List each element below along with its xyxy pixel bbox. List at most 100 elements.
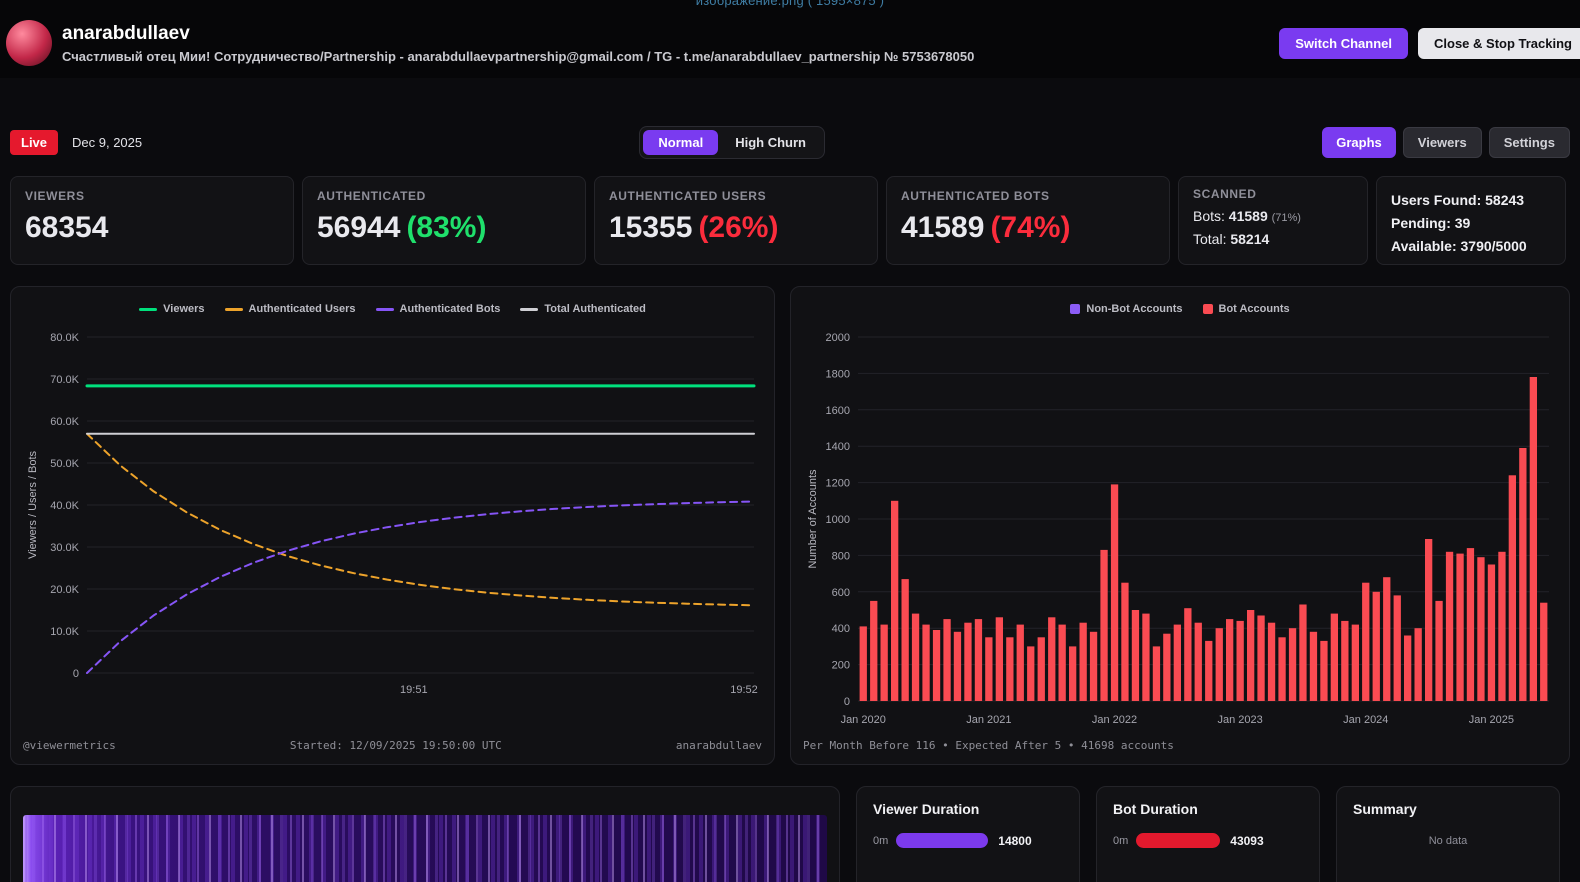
svg-text:50.0K: 50.0K [50, 458, 79, 470]
authenticated-percent: (83%) [406, 211, 487, 244]
channel-avatar [6, 20, 52, 66]
viewer-duration-title: Viewer Duration [873, 801, 980, 817]
authenticated-bots-stat-value: 41589 (74%) [901, 211, 1155, 245]
viewers-stat-card: VIEWERS 68354 [10, 176, 294, 265]
legend-item-authenticated-bots: Authenticated Bots [375, 303, 501, 315]
authenticated-count: 56944 [317, 211, 401, 244]
close-stop-tracking-button[interactable]: Close & Stop Tracking [1418, 27, 1580, 59]
bot-duration-title: Bot Duration [1113, 801, 1198, 817]
bar-chart-footer: Per Month Before 116 • Expected After 5 … [803, 739, 1174, 752]
mode-high-churn-button[interactable]: High Churn [720, 130, 821, 155]
svg-text:Jan 2023: Jan 2023 [1217, 714, 1262, 726]
authenticated-stat-label: AUTHENTICATED [317, 189, 426, 203]
image-filename-overlay: изображение.png ( 1595×875 ) [695, 0, 885, 8]
legend-label: Bot Accounts [1218, 303, 1290, 315]
svg-text:Viewers / Users / Bots: Viewers / Users / Bots [27, 451, 39, 559]
svg-text:1200: 1200 [826, 478, 850, 490]
channel-info: anarabdullaev Счастливый отец Мии! Сотру… [62, 23, 974, 64]
authenticated-bots-percent: (74%) [990, 211, 1071, 244]
legend-swatch [375, 307, 394, 311]
bot-duration-value: 43093 [1230, 833, 1264, 848]
viewer-duration-axis-label: 0m [873, 834, 889, 847]
svg-text:40.0K: 40.0K [50, 500, 79, 512]
scanned-total-key: Total: [1193, 231, 1227, 247]
viewers-stat-value: 68354 [25, 211, 109, 244]
channel-subtitle: Счастливый отец Мии! Сотрудничество/Part… [62, 48, 975, 64]
started-timestamp: Started: 12/09/2025 19:50:00 UTC [289, 739, 502, 752]
app-viewport: изображение.png ( 1595×875 ) anarabdulla… [0, 0, 1580, 882]
viewers-tab-button[interactable]: Viewers [1402, 126, 1482, 158]
svg-text:10.0K: 10.0K [50, 626, 79, 638]
pending-line: Pending: 39 [1391, 215, 1471, 231]
live-badge: Live [10, 129, 59, 155]
scanned-bots-line: Bots: 41589 (71%) [1193, 208, 1353, 224]
svg-text:Jan 2024: Jan 2024 [1343, 714, 1388, 726]
authenticated-stat-card: AUTHENTICATED 56944 (83%) [302, 176, 586, 265]
legend-swatch [1202, 304, 1213, 314]
account-age-bar-chart: 0 200 400 600 800 1000 1200 1400 1600 1800 2000 Num… [807, 332, 1549, 726]
svg-text:1600: 1600 [826, 405, 850, 417]
stream-date: Dec 9, 2025 [72, 134, 143, 150]
svg-text:70.0K: 70.0K [50, 374, 79, 386]
scanned-total-line: Total: 58214 [1193, 231, 1353, 247]
svg-text:400: 400 [832, 623, 850, 635]
bot-duration-row: 0m 43093 [1113, 833, 1303, 848]
legend-swatch [224, 307, 243, 311]
line-chart-legend: Viewers Authenticated Users Authenticated … [23, 299, 762, 319]
mode-normal-button[interactable]: Normal [643, 129, 719, 155]
viewer-duration-value: 14800 [998, 833, 1032, 848]
svg-text:0: 0 [73, 668, 79, 680]
svg-text:1800: 1800 [826, 368, 850, 380]
scanned-bots-value: 41589 [1228, 208, 1268, 224]
legend-item-total-authenticated: Total Authenticated [520, 303, 646, 315]
legend-label: Authenticated Users [248, 303, 356, 315]
watermark-viewermetrics: @viewermetrics [23, 739, 116, 752]
viewer-metrics-line-chart: 0 10.0K 20.0K 30.0K 40.0K 50.0K 60.0K 70.0K 80.0… [27, 332, 758, 696]
legend-item-viewers: Viewers [139, 303, 205, 315]
svg-text:Jan 2020: Jan 2020 [841, 714, 886, 726]
legend-item-authenticated-users: Authenticated Users [224, 303, 356, 315]
bar-chart-legend: Non-Bot Accounts Bot Accounts [803, 299, 1557, 319]
scanned-stat-card: SCANNED Bots: 41589 (71%) Total: 58214 [1178, 176, 1368, 265]
legend-swatch [1070, 304, 1081, 314]
duration-heatmap [23, 815, 827, 882]
legend-label: Viewers [163, 303, 205, 315]
authenticated-users-percent: (26%) [698, 211, 779, 244]
account-age-bar-chart-panel: Non-Bot Accounts Bot Accounts 0 200 400 600 8… [790, 286, 1570, 765]
legend-swatch [520, 307, 539, 311]
authenticated-bots-stat-card: AUTHENTICATED BOTS 41589 (74%) [886, 176, 1170, 265]
authenticated-users-stat-label: AUTHENTICATED USERS [609, 189, 767, 203]
controls-row: Live Dec 9, 2025 Normal High Churn Graph… [10, 125, 1570, 159]
svg-text:Jan 2021: Jan 2021 [966, 714, 1011, 726]
viewer-duration-row: 0m 14800 [873, 833, 1063, 848]
viewer-metrics-line-chart-panel: Viewers Authenticated Users Authenticated … [10, 286, 775, 765]
svg-text:800: 800 [832, 550, 850, 562]
churn-mode-toggle: Normal High Churn [639, 125, 825, 159]
svg-text:19:51: 19:51 [400, 684, 428, 696]
channel-name: anarabdullaev [62, 22, 190, 44]
graphs-tab-button[interactable]: Graphs [1322, 126, 1396, 158]
svg-text:80.0K: 80.0K [50, 332, 79, 344]
legend-label: Authenticated Bots [399, 303, 501, 315]
channel-watermark: anarabdullaev [675, 739, 762, 752]
scanned-stat-label: SCANNED [1193, 187, 1257, 201]
stats-row: VIEWERS 68354 AUTHENTICATED 56944 (83%) A… [10, 176, 1570, 265]
header-actions: Switch Channel Close & Stop Tracking [1279, 27, 1580, 59]
svg-text:1000: 1000 [826, 514, 850, 526]
channel-header: anarabdullaev Счастливый отец Мии! Сотру… [0, 0, 1580, 78]
authenticated-users-stat-card: AUTHENTICATED USERS 15355 (26%) [594, 176, 878, 265]
svg-text:19:52: 19:52 [730, 684, 758, 696]
scanned-bots-key: Bots: [1193, 208, 1225, 224]
available-line: Available: 3790/5000 [1391, 238, 1527, 254]
settings-tab-button[interactable]: Settings [1488, 126, 1570, 158]
users-found-line: Users Found: 58243 [1391, 192, 1525, 208]
authenticated-bots-stat-label: AUTHENTICATED BOTS [901, 189, 1050, 203]
svg-text:2000: 2000 [826, 332, 850, 344]
view-tabs: Graphs Viewers Settings [1322, 126, 1570, 158]
svg-text:Number of Accounts: Number of Accounts [807, 469, 819, 569]
authenticated-bots-count: 41589 [901, 211, 985, 244]
bot-duration-bar [1136, 833, 1221, 848]
bot-duration-card: Bot Duration 0m 43093 [1096, 786, 1320, 882]
switch-channel-button[interactable]: Switch Channel [1279, 27, 1409, 59]
svg-text:600: 600 [832, 587, 850, 599]
